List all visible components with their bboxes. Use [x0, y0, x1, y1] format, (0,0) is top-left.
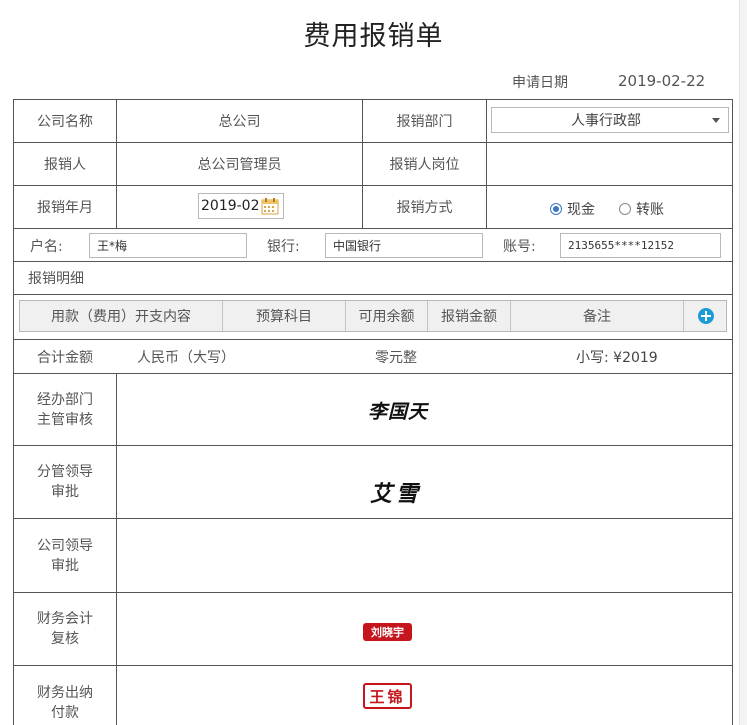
position-value [487, 143, 732, 185]
signature-handwritten: 艾雪 [370, 481, 423, 507]
row-divider [13, 228, 733, 229]
row-divider [13, 592, 733, 593]
method-cash-label: 现金 [567, 202, 595, 218]
row-divider [13, 445, 733, 446]
total-label: 合计金额 [37, 349, 93, 366]
bank-label: 银行: [267, 239, 300, 255]
calendar-icon[interactable] [261, 197, 279, 215]
approval-label-line: 经办部门 [37, 391, 93, 408]
col-divider [116, 373, 117, 725]
form-title: 费用报销单 [303, 21, 444, 52]
table-border [732, 99, 733, 725]
approval-label-line: 分管领导 [37, 464, 93, 480]
method-radio-cash[interactable]: 现金 [550, 199, 595, 219]
total-lower-value: 小写: ¥2019 [576, 349, 658, 366]
apply-date-label: 申请日期 [512, 75, 568, 91]
add-circle-icon[interactable] [698, 308, 714, 324]
details-table-header: 用款（费用）开支内容 预算科目 可用余额 报销金额 备注 [19, 300, 727, 332]
approval-label-line: 财务会计 [37, 611, 93, 627]
col-remark: 备注 [511, 301, 684, 331]
approval-label-4: 财务会计 复核 [14, 593, 116, 665]
month-value: 2019-02 [201, 198, 260, 214]
company-label: 公司名称 [37, 114, 93, 130]
approval-label-line: 付款 [51, 704, 79, 721]
approval-label-3: 公司领导 审批 [14, 519, 116, 592]
account-no-label: 账号: [503, 239, 536, 255]
signature-stamp: 王锦 [363, 683, 412, 709]
col-amount: 报销金额 [428, 301, 511, 331]
apply-date-value: 2019-02-22 [618, 72, 706, 90]
method-radio-group: 现金 转账 [550, 199, 688, 219]
person-value: 总公司管理员 [197, 157, 282, 173]
approval-label-5: 财务出纳 付款 [14, 666, 116, 725]
account-name-input[interactable]: 王*梅 [89, 233, 247, 258]
approval-label-line: 审批 [51, 484, 79, 500]
company-value: 总公司 [218, 114, 261, 130]
details-label: 报销明细 [28, 271, 84, 287]
dept-label: 报销部门 [396, 114, 453, 130]
account-no-input[interactable]: 2135655****12152 [560, 233, 721, 258]
month-label: 报销年月 [37, 200, 93, 216]
approval-label-1: 经办部门 主管审核 [14, 374, 116, 445]
radio-unchecked-icon[interactable] [619, 203, 631, 215]
position-label: 报销人岗位 [389, 157, 460, 173]
approval-label-line: 公司领导 [37, 537, 93, 554]
method-transfer-label: 转账 [636, 202, 664, 218]
total-upper-value: 零元整 [375, 349, 417, 366]
total-upper-label: 人民币（大写） [137, 349, 235, 366]
col-budget: 预算科目 [223, 301, 346, 331]
scrollbar[interactable] [739, 0, 747, 725]
method-radio-transfer[interactable]: 转账 [619, 199, 664, 219]
radio-checked-icon[interactable] [550, 203, 562, 215]
row-divider [13, 294, 733, 295]
account-name-label: 户名: [30, 239, 63, 255]
row-divider [13, 665, 733, 666]
chevron-down-icon [712, 117, 720, 123]
col-content: 用款（费用）开支内容 [20, 301, 223, 331]
dept-select[interactable]: 人事行政部 [491, 107, 729, 133]
row-divider [13, 518, 733, 519]
col-balance: 可用余额 [346, 301, 428, 331]
bank-input[interactable]: 中国银行 [325, 233, 483, 258]
dept-select-value: 人事行政部 [571, 113, 641, 129]
approval-label-line: 复核 [51, 631, 79, 647]
approval-label-line: 财务出纳 [37, 684, 93, 701]
approval-label-line: 审批 [51, 557, 79, 574]
expense-reimbursement-page: 费用报销单 申请日期 2019-02-22 公司名称 总公司 报销部门 人事行政… [0, 0, 747, 725]
method-label: 报销方式 [396, 200, 453, 216]
approval-label-2: 分管领导 审批 [14, 446, 116, 518]
approval-label-line: 主管审核 [37, 411, 93, 428]
row-divider [13, 373, 733, 374]
signature-stamp: 刘晓宇 [363, 623, 412, 641]
month-picker[interactable]: 2019-02 [198, 193, 284, 219]
person-label: 报销人 [44, 157, 86, 173]
signature-handwritten: 李国天 [368, 401, 429, 423]
